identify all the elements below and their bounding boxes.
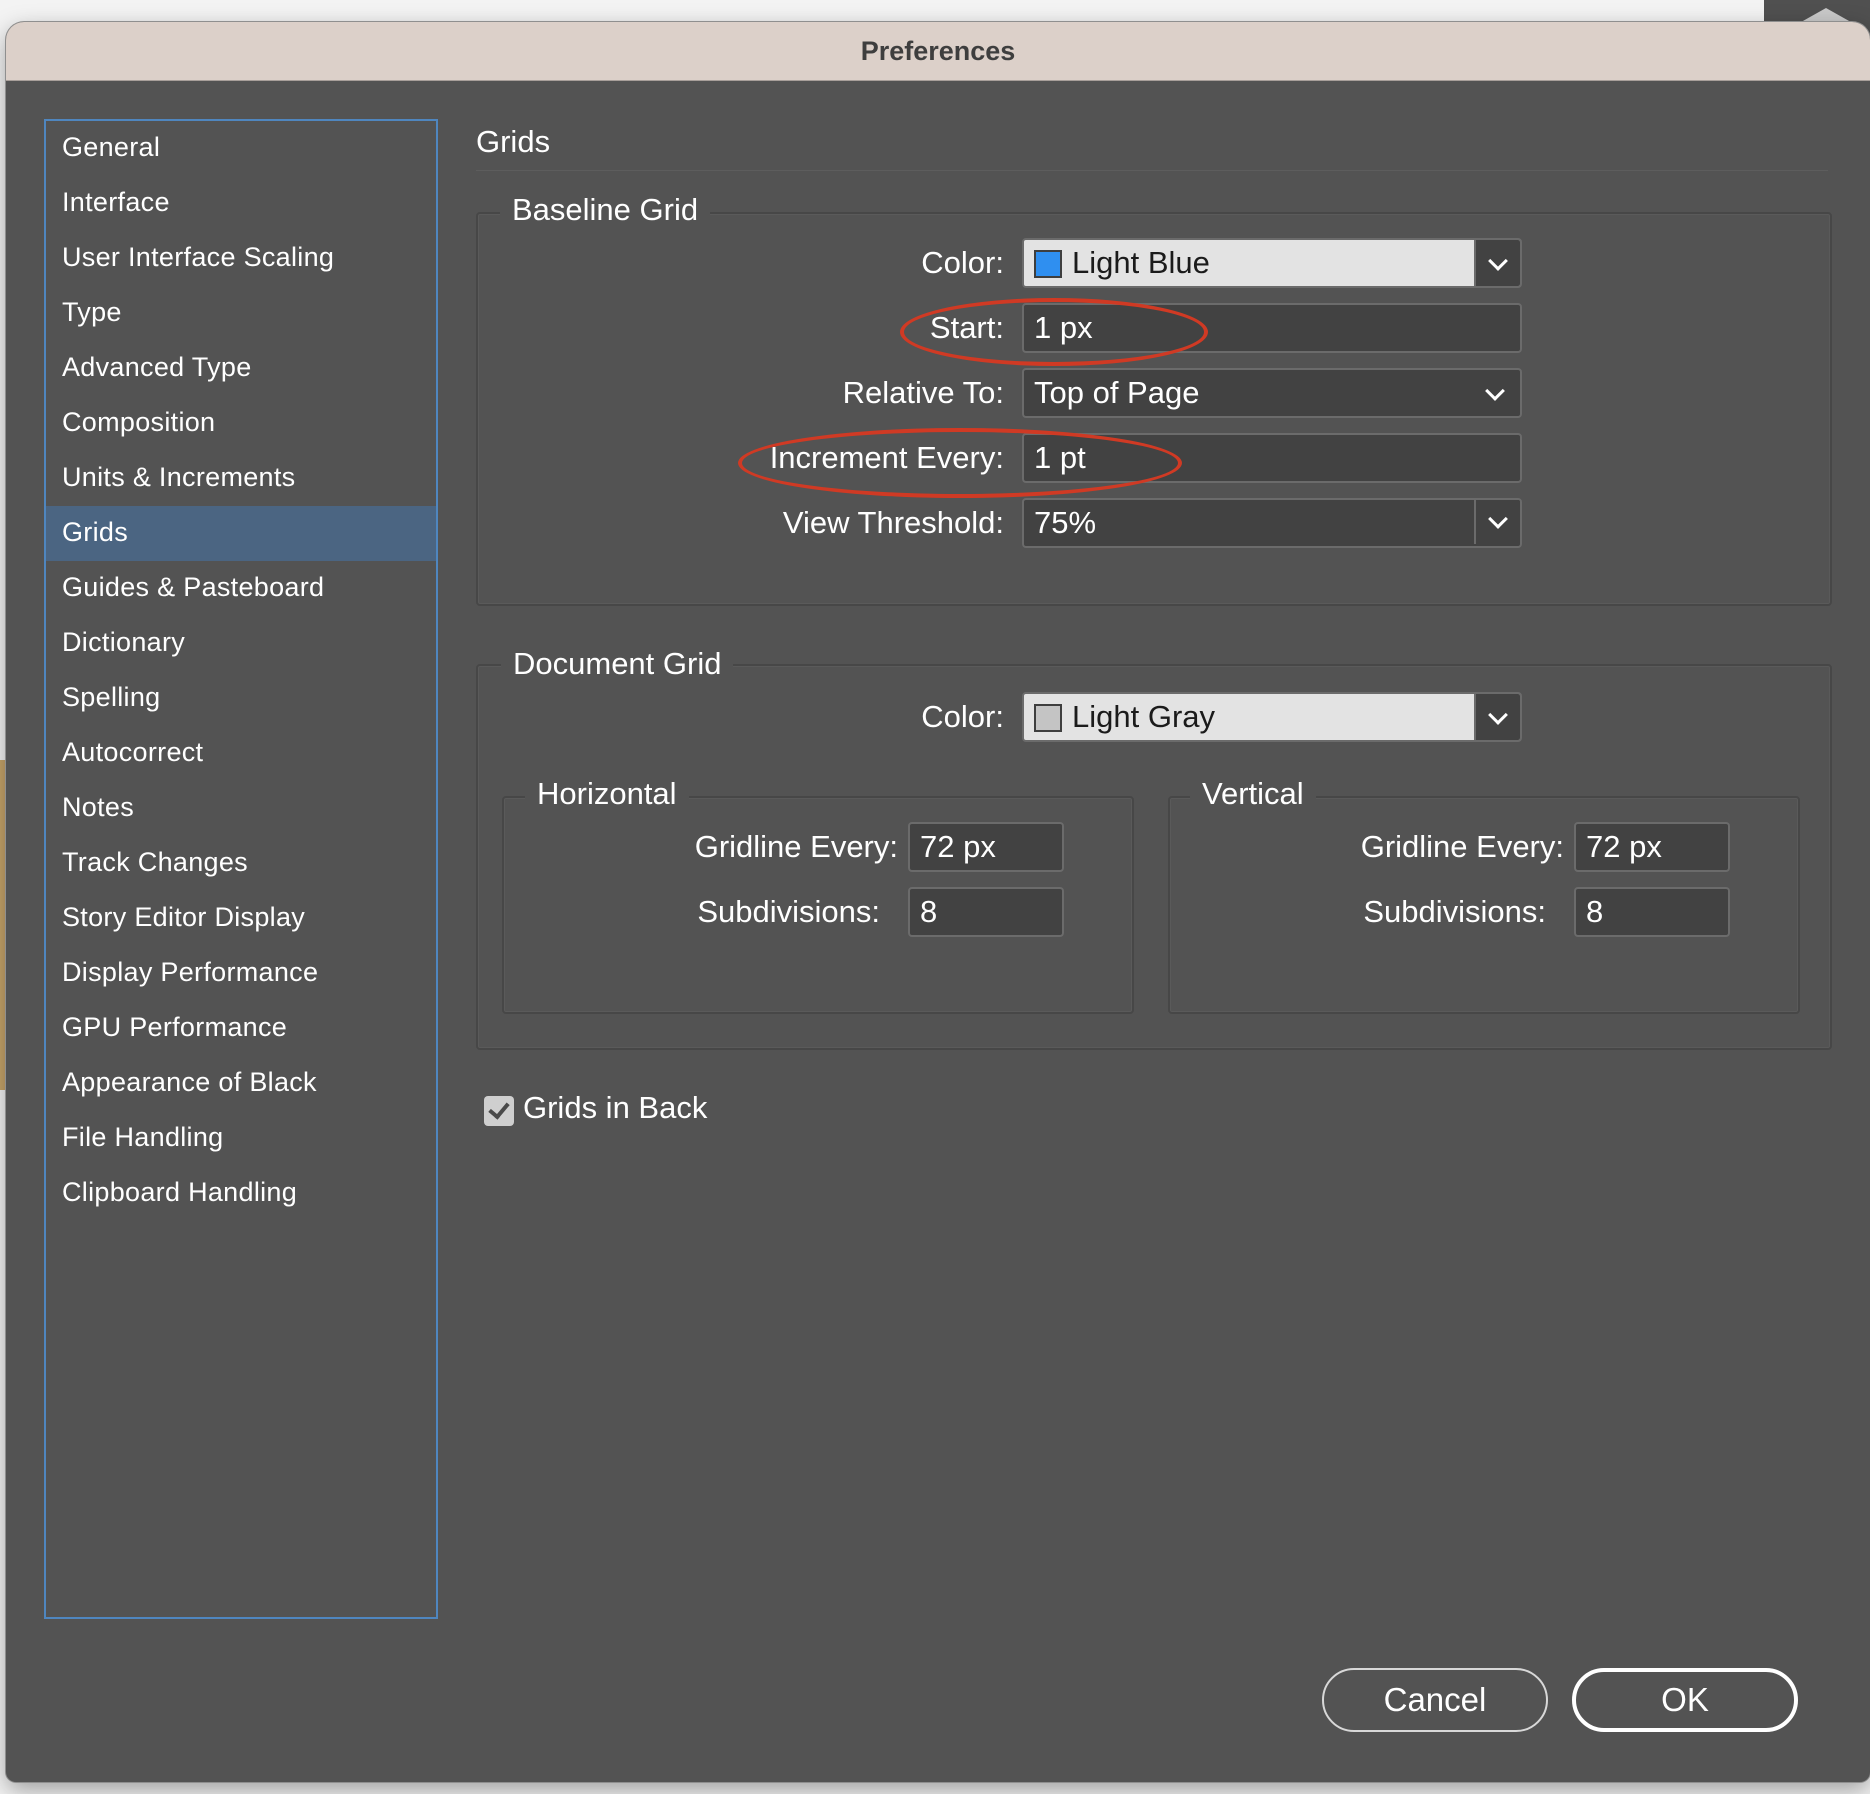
document-color-label: Color: (921, 699, 1004, 734)
sidebar-item-autocorrect[interactable]: Autocorrect (46, 726, 436, 781)
baseline-grid-legend: Baseline Grid (500, 192, 711, 228)
horizontal-subdivisions-label: Subdivisions: (697, 894, 880, 929)
horizontal-gridline-label: Gridline Every: (694, 829, 898, 864)
sidebar-item-user-interface-scaling[interactable]: User Interface Scaling (46, 231, 436, 286)
sidebar-item-interface[interactable]: Interface (46, 176, 436, 231)
vertical-legend: Vertical (1190, 776, 1316, 812)
view-threshold-label: View Threshold: (782, 505, 1004, 540)
vertical-gridline-label: Gridline Every: (1360, 829, 1564, 864)
sidebar-item-units-increments[interactable]: Units & Increments (46, 451, 436, 506)
title-divider (476, 170, 1828, 171)
sidebar-item-spelling[interactable]: Spelling (46, 671, 436, 726)
start-label: Start: (929, 310, 1004, 345)
sidebar-item-story-editor-display[interactable]: Story Editor Display (46, 891, 436, 946)
horizontal-subdivisions-input[interactable]: 8 (908, 887, 1064, 937)
document-color-value: Light Gray (1072, 699, 1216, 734)
sidebar-item-type[interactable]: Type (46, 286, 436, 341)
sidebar-item-gpu-performance[interactable]: GPU Performance (46, 1001, 436, 1056)
sidebar-item-appearance-of-black[interactable]: Appearance of Black (46, 1056, 436, 1111)
grids-in-back-label[interactable]: Grids in Back (523, 1090, 707, 1126)
baseline-color-dropdown-button[interactable] (1474, 240, 1520, 286)
view-threshold-combo[interactable]: 75% (1022, 498, 1522, 548)
sidebar-item-notes[interactable]: Notes (46, 781, 436, 836)
sidebar-item-dictionary[interactable]: Dictionary (46, 616, 436, 671)
baseline-color-label: Color: (921, 245, 1004, 280)
relative-to-label: Relative To: (842, 375, 1004, 410)
sidebar-item-clipboard-handling[interactable]: Clipboard Handling (46, 1166, 436, 1221)
sidebar-item-grids[interactable]: Grids (46, 506, 436, 561)
chevron-down-icon (1488, 509, 1508, 529)
sidebar-item-advanced-type[interactable]: Advanced Type (46, 341, 436, 396)
relative-to-value: Top of Page (1034, 375, 1200, 410)
light-gray-swatch (1034, 704, 1062, 732)
baseline-color-value: Light Blue (1072, 245, 1210, 280)
preferences-sidebar: General Interface User Interface Scaling Ty… (44, 119, 438, 1619)
increment-every-label: Increment Every: (769, 440, 1004, 475)
relative-to-select[interactable]: Top of Page (1022, 368, 1522, 418)
vertical-subdivisions-input[interactable]: 8 (1574, 887, 1730, 937)
horizontal-gridline-input[interactable]: 72 px (908, 822, 1064, 872)
preferences-dialog: Preferences General Interface User Interfa… (6, 22, 1870, 1782)
sidebar-item-general[interactable]: General (46, 121, 436, 176)
view-threshold-value: 75% (1034, 505, 1097, 540)
start-input[interactable]: 1 px (1022, 303, 1522, 353)
sidebar-item-file-handling[interactable]: File Handling (46, 1111, 436, 1166)
sidebar-item-display-performance[interactable]: Display Performance (46, 946, 436, 1001)
horizontal-legend: Horizontal (525, 776, 689, 812)
sidebar-item-guides-pasteboard[interactable]: Guides & Pasteboard (46, 561, 436, 616)
chevron-down-icon (1488, 705, 1508, 725)
view-threshold-dropdown-button[interactable] (1474, 500, 1520, 544)
document-color-dropdown-button[interactable] (1474, 694, 1520, 740)
grids-in-back-checkbox[interactable] (484, 1096, 514, 1126)
baseline-color-dropdown[interactable]: Light Blue (1022, 238, 1522, 288)
document-grid-legend: Document Grid (501, 646, 734, 682)
chevron-down-icon (1488, 251, 1508, 271)
checkmark-icon (488, 1097, 510, 1120)
vertical-subdivisions-label: Subdivisions: (1363, 894, 1546, 929)
cancel-button[interactable]: Cancel (1322, 1668, 1548, 1732)
vertical-gridline-input[interactable]: 72 px (1574, 822, 1730, 872)
panel-title: Grids (476, 124, 551, 159)
dialog-title: Preferences (6, 22, 1870, 81)
document-color-dropdown[interactable]: Light Gray (1022, 692, 1522, 742)
chevron-down-icon (1485, 381, 1505, 401)
ok-button[interactable]: OK (1572, 1668, 1798, 1732)
sidebar-item-composition[interactable]: Composition (46, 396, 436, 451)
sidebar-item-track-changes[interactable]: Track Changes (46, 836, 436, 891)
light-blue-swatch (1034, 250, 1062, 278)
increment-every-input[interactable]: 1 pt (1022, 433, 1522, 483)
